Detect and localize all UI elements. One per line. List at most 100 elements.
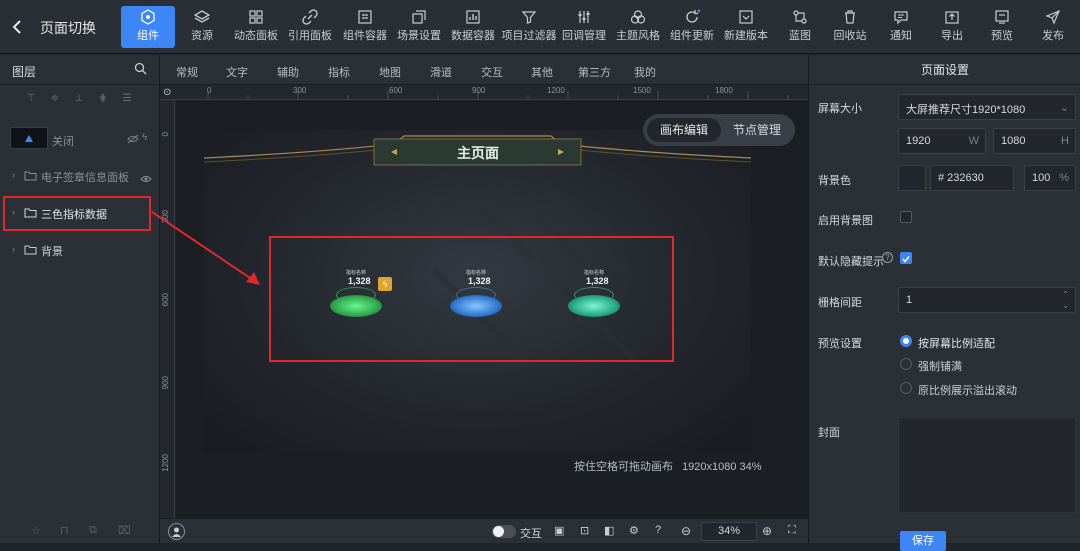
tool-export-button[interactable]: 导出 [925,6,979,48]
layer-item-close[interactable]: 关闭 ϟ [0,122,160,156]
tool-preview-button[interactable]: 预览 [975,6,1029,48]
height-value: 1080 [1001,135,1026,147]
category-tab[interactable]: 交互 [481,64,503,80]
component-icon [141,9,155,25]
tool-component-container-button[interactable]: 组件容器 [338,6,392,48]
preview-option-label: 强制铺满 [918,361,962,373]
zoom-in-icon[interactable]: ⊕ [762,524,772,538]
chevron-right-icon[interactable]: › [12,244,15,254]
layer-name: 背景 [41,246,63,258]
screenshot-icon[interactable]: ⊡ [580,524,589,537]
align-middle-icon[interactable]: ≑ [48,93,62,105]
stepper-icon[interactable]: ⌃ ⌄ [1062,289,1069,311]
category-tab[interactable]: 地图 [379,64,401,80]
screen-size-value: 大屏推荐尺寸1920*1080 [906,104,1026,116]
tool-components-button[interactable]: 组件 [121,6,175,48]
layer-item-background[interactable]: › 背景 [0,235,160,265]
category-tab[interactable]: 文字 [226,64,248,80]
screen-title: 主页面 [457,145,499,161]
eye-icon[interactable] [140,172,152,186]
tool-label: 动态面板 [234,30,278,42]
save-button[interactable]: 保存 [900,531,946,551]
page-switch-label[interactable]: 页面切换 [40,18,96,38]
preview-icon [995,10,1009,24]
ruler-label: 1200 [547,86,565,95]
tool-blueprint-button[interactable]: 蓝图 [773,6,827,48]
align-top-icon[interactable]: ⊤ [24,93,38,105]
preview-fit-radio[interactable] [900,335,912,347]
image-icon[interactable]: ▣ [554,524,564,537]
lightning-icon[interactable]: ϟ [142,132,147,143]
lock-icon[interactable]: ⊓ [60,524,69,537]
zoom-out-icon[interactable]: ⊖ [681,524,691,538]
category-tab[interactable]: 辅助 [277,64,299,80]
align-bottom-icon[interactable]: ⊥ [72,93,86,105]
tab-canvas-edit[interactable]: 画布编辑 [647,118,721,142]
grid-spacing-input[interactable]: 1 ⌃ ⌄ [898,287,1076,313]
tool-theme-button[interactable]: 主题风格 [611,6,665,48]
category-tab[interactable]: 滑道 [430,64,452,80]
distribute-icon[interactable]: ⋕ [96,93,110,105]
category-tab[interactable]: 常规 [176,64,198,80]
height-input[interactable]: 1080 H [993,128,1076,154]
tab-node-manage[interactable]: 节点管理 [723,118,791,142]
bg-opacity-input[interactable]: 100 % [1024,165,1076,191]
search-icon[interactable] [134,62,147,78]
screen-size-select[interactable]: 大屏推荐尺寸1920*1080 ⌄ [898,94,1076,120]
tool-label: 项目过滤器 [501,30,557,42]
preview-option-label: 按屏幕比例适配 [918,338,995,350]
chevron-right-icon[interactable]: › [12,170,15,180]
link-icon [302,9,318,25]
panel-toggle-icon[interactable]: ◧ [604,524,614,537]
ruler-label: 300 [293,86,307,95]
tool-recycle-button[interactable]: 回收站 [823,6,877,48]
width-input[interactable]: 1920 W [898,128,986,154]
help-icon[interactable]: ? [882,252,893,263]
canvas-mode-toggle: 画布编辑 节点管理 [643,114,795,146]
interact-toggle[interactable] [492,525,516,538]
cover-upload-area[interactable] [898,417,1076,513]
canvas-bottom-bar: 交互 ▣ ⊡ ◧ ⚙ ? ⊖ 34% ⊕ ⛶ [160,518,808,543]
tool-data-container-button[interactable]: 数据容器 [446,6,500,48]
tool-project-filter-button[interactable]: 项目过滤器 [500,6,558,48]
category-tab[interactable]: 指标 [328,64,350,80]
container-icon [358,10,372,24]
tool-dynamic-panel-button[interactable]: 动态面板 [229,6,283,48]
user-icon[interactable] [168,523,185,540]
tool-label: 组件容器 [343,30,387,42]
tool-update-button[interactable]: 组件更新 [665,6,719,48]
hide-eye-icon[interactable] [127,133,139,147]
preview-scroll-radio[interactable] [900,382,912,394]
tool-scene-settings-button[interactable]: 场景设置 [392,6,446,48]
tool-notify-button[interactable]: 通知 [874,6,928,48]
tool-resources-button[interactable]: 资源 [175,6,229,48]
blueprint-icon [793,10,807,24]
category-tab[interactable]: 我的 [634,64,656,80]
tool-publish-button[interactable]: 发布 [1026,6,1080,48]
tool-reference-panel-button[interactable]: 引用面板 [283,6,337,48]
settings-icon[interactable]: ⚙ [629,524,639,537]
zoom-input[interactable]: 34% [701,522,757,541]
delete-icon[interactable]: ⌧ [118,524,131,537]
tool-callback-button[interactable]: 回调管理 [557,6,611,48]
horizontal-ruler[interactable]: ⊙ 0 300 600 900 1200 1500 1800 [160,85,808,100]
layer-item-signature-panel[interactable]: › 电子签章信息面板 [0,161,160,191]
theme-icon [630,10,646,24]
grid-panel-icon [249,10,263,24]
eye-icon[interactable]: ⊙ [163,87,171,98]
align-left-icon[interactable]: ☰ [120,93,134,105]
fit-screen-icon[interactable]: ⛶ [788,524,796,537]
tool-new-version-button[interactable]: 新建版本 [719,6,773,48]
bg-image-checkbox[interactable] [900,211,912,223]
bg-color-swatch[interactable] [898,165,926,191]
vertical-ruler[interactable]: 0 300 600 900 1200 [160,100,175,520]
copy-icon[interactable]: ⧉ [89,524,97,537]
category-tab[interactable]: 其他 [531,64,553,80]
pin-icon[interactable]: ☆ [31,524,41,537]
bg-color-input[interactable]: # 232630 [930,165,1014,191]
back-button[interactable] [8,16,28,38]
help-icon[interactable]: ? [655,524,661,536]
category-tab[interactable]: 第三方 [578,64,611,80]
preview-fill-radio[interactable] [900,358,912,370]
hide-tip-checkbox[interactable] [900,252,912,264]
